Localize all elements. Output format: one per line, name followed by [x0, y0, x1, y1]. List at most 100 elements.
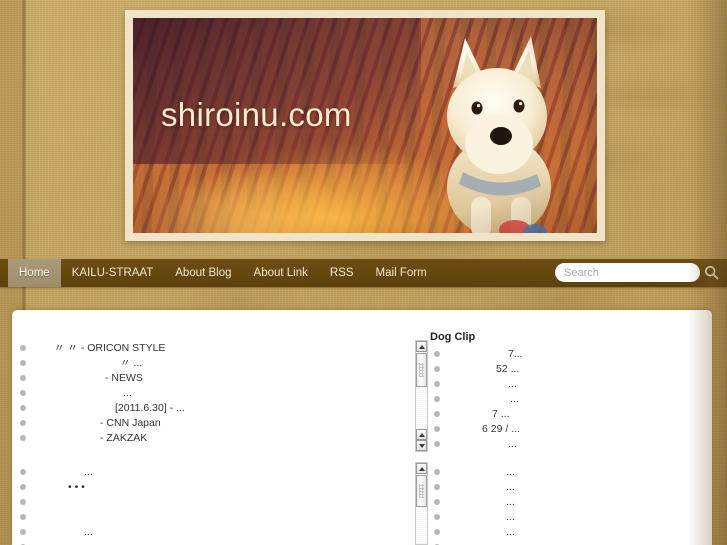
triangle-up-icon [418, 344, 425, 349]
scrollbar-thumb[interactable] [416, 475, 427, 507]
nav-item-about-blog[interactable]: About Blog [164, 259, 242, 287]
scrollbar-thumb[interactable] [416, 353, 427, 387]
search-icon[interactable] [704, 265, 719, 280]
list-item-label: - NEWS [105, 371, 143, 384]
nav-item-label: RSS [329, 267, 354, 279]
list-item[interactable]: - NEWS [20, 370, 405, 385]
bullet-icon [434, 483, 440, 490]
bullet-icon [434, 410, 440, 417]
list-item[interactable] [20, 539, 405, 545]
bullet-icon [434, 513, 440, 520]
bullet-icon [20, 419, 26, 426]
list-item[interactable]: • • • [20, 479, 405, 494]
list-item-label: ... [506, 510, 515, 523]
bullet-icon [20, 359, 26, 366]
list-item[interactable]: ... [20, 385, 405, 400]
list-item[interactable]: ... [434, 464, 699, 479]
list-item-label: ... [508, 377, 517, 390]
list-item-label: 52 ... [496, 362, 520, 375]
nav-item-label: Mail Form [375, 267, 427, 279]
list-item[interactable]: ... [20, 524, 405, 539]
list-item-label: 〃 〃 - ORICON STYLE [54, 342, 166, 354]
list-item-label: ... [506, 465, 515, 478]
list-item[interactable]: ... [434, 436, 699, 451]
list-item-label: ... [84, 525, 93, 538]
list-item[interactable]: 〃 〃 - ORICON STYLE [20, 340, 405, 355]
list-item-label: ... [123, 386, 132, 399]
list-item[interactable]: 52 ... [434, 361, 699, 376]
left-feed-list-bottom: ... • • •... [20, 464, 405, 545]
nav-item-kailu-straat[interactable]: KAILU-STRAAT [61, 259, 165, 287]
list-item-label: [2011.6.30] - ... [115, 401, 185, 414]
nav-item-label: About Blog [175, 267, 232, 279]
list-item[interactable]: ... [434, 539, 699, 545]
list-item[interactable]: ... [434, 391, 699, 406]
list-item-label: • • • [68, 480, 85, 493]
list-item[interactable]: [2011.6.30] - ... [20, 400, 405, 415]
bullet-icon [434, 528, 440, 535]
nav-item-home[interactable]: Home [8, 259, 61, 287]
list-item[interactable] [20, 509, 405, 524]
right-widget-title: Dog Clip [430, 331, 476, 343]
search-input[interactable] [555, 263, 700, 282]
left-widget-scrollbar[interactable] [415, 340, 428, 452]
list-item[interactable]: ... [434, 479, 699, 494]
dog-photo-subject [447, 36, 551, 233]
list-item-label: ... [506, 480, 515, 493]
bullet-icon [434, 380, 440, 387]
list-item-label: ... [506, 525, 515, 538]
nav-item-label: Home [19, 267, 50, 279]
bullet-icon [434, 365, 440, 372]
site-banner: shiroinu.com [125, 10, 605, 241]
bullet-icon [434, 440, 440, 447]
bullet-icon [20, 498, 26, 505]
content-panel: 〃 〃 - ORICON STYLE 〃 ... - NEWS... [2011.6.… [12, 310, 712, 545]
scrollbar-up-button[interactable] [416, 341, 427, 352]
nav-item-label: About Link [253, 267, 308, 279]
list-item-label: ... [506, 541, 515, 545]
list-item[interactable]: 7 ... [434, 406, 699, 421]
list-item-label: ... [84, 465, 93, 478]
scrollbar-up-button-bottom[interactable] [416, 429, 427, 440]
bullet-icon [20, 344, 26, 351]
list-item[interactable]: 〃 ... [20, 355, 405, 370]
scrollbar-grip [419, 363, 424, 377]
list-item-label: 7 ... [492, 407, 510, 420]
right-feed-list-top: 7... 52 ......... 7 ... 6 29 / ...... [434, 346, 699, 451]
bullet-icon [434, 498, 440, 505]
list-item[interactable]: - ZAKZAK [20, 430, 405, 445]
list-item[interactable]: ... [434, 509, 699, 524]
triangle-up-icon [418, 432, 425, 437]
list-item[interactable]: ... [434, 524, 699, 539]
bullet-icon [20, 374, 26, 381]
page-background: shiroinu.com Home KAILU-STRAAT About Blo… [0, 0, 727, 545]
list-item-label: ... [508, 437, 517, 450]
list-item[interactable]: 6 29 / ... [434, 421, 699, 436]
bullet-icon [20, 483, 26, 490]
list-item[interactable]: ... [434, 494, 699, 509]
list-item-label: - CNN Japan [100, 416, 161, 429]
list-item[interactable] [20, 494, 405, 509]
left-widget-scrollbar-bottom[interactable] [415, 462, 428, 545]
scrollbar-up-button[interactable] [416, 463, 427, 474]
list-item-label: 〃 ... [120, 357, 143, 369]
nav-item-label: KAILU-STRAAT [71, 267, 154, 279]
bullet-icon [434, 468, 440, 475]
list-item[interactable]: 7... [434, 346, 699, 361]
nav-item-mail-form[interactable]: Mail Form [365, 259, 438, 287]
list-item[interactable]: ... [20, 464, 405, 479]
bullet-icon [20, 528, 26, 535]
main-navigation-bar: Home KAILU-STRAAT About Blog About Link … [0, 259, 727, 287]
banner-shadow-overlay [133, 18, 421, 165]
scrollbar-down-button[interactable] [416, 440, 427, 451]
nav-item-about-link[interactable]: About Link [243, 259, 319, 287]
list-item[interactable]: - CNN Japan [20, 415, 405, 430]
list-item[interactable]: ... [434, 376, 699, 391]
list-item-label: 6 29 / ... [482, 422, 520, 435]
bullet-icon [20, 404, 26, 411]
right-feed-list-bottom: .................. [434, 464, 699, 545]
nav-item-rss[interactable]: RSS [319, 259, 365, 287]
bullet-icon [20, 434, 26, 441]
search-area [555, 263, 719, 282]
list-item-label: ... [506, 495, 515, 508]
